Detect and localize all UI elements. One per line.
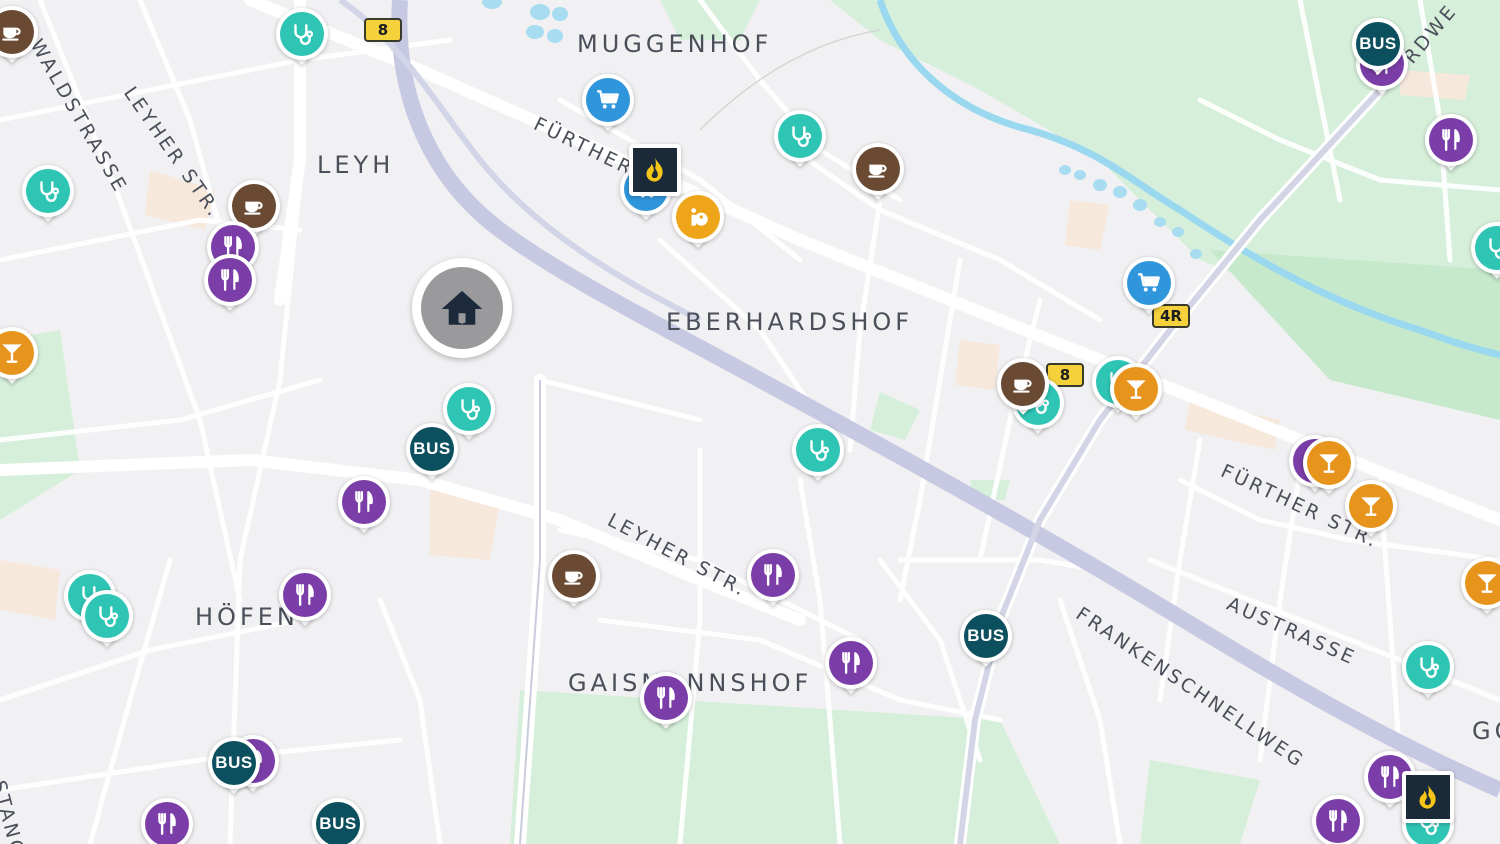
stethoscope-icon xyxy=(1415,654,1441,680)
fork-knife-icon xyxy=(1377,764,1403,790)
fork-knife-icon xyxy=(838,650,864,676)
bus-stop-label: BUS xyxy=(1359,34,1397,53)
fork-knife-icon xyxy=(154,811,180,837)
map-canvas[interactable]: MUGGENHOF LEYH EBERHARDSHOF HÖFEN GAISMA… xyxy=(0,0,1500,844)
poi-marker-cafe[interactable] xyxy=(0,6,38,66)
poi-marker-restaurant[interactable] xyxy=(1425,114,1477,174)
cocktail-glass-icon xyxy=(1316,450,1342,476)
fork-knife-icon xyxy=(653,685,679,711)
map-base-layer xyxy=(0,0,1500,844)
bus-stop-label: BUS xyxy=(215,753,253,772)
cocktail-glass-icon xyxy=(1474,570,1500,596)
coffee-cup-icon xyxy=(1010,371,1036,397)
poi-marker-cafe[interactable] xyxy=(997,358,1049,418)
poi-marker-bar[interactable] xyxy=(1110,363,1162,423)
stethoscope-icon xyxy=(289,21,315,47)
poi-marker-bus[interactable]: BUS xyxy=(406,423,458,483)
stethoscope-icon xyxy=(1484,235,1500,261)
poi-marker-health[interactable] xyxy=(81,590,133,650)
poi-marker-bar[interactable] xyxy=(0,327,38,387)
poi-marker-bus[interactable]: BUS xyxy=(208,737,260,797)
poi-marker-health[interactable] xyxy=(1471,222,1500,282)
stethoscope-icon xyxy=(456,396,482,422)
poi-marker-restaurant[interactable] xyxy=(141,798,193,844)
poi-marker-shopping[interactable] xyxy=(582,74,634,134)
stethoscope-icon xyxy=(94,603,120,629)
bus-stop-label: BUS xyxy=(319,814,357,833)
fork-knife-icon xyxy=(1325,808,1351,834)
cocktail-glass-icon xyxy=(1123,376,1149,402)
road-shield-b8-north: 8 xyxy=(364,18,402,42)
fork-knife-icon xyxy=(760,562,786,588)
coffee-cup-icon xyxy=(865,156,891,182)
poi-marker-restaurant[interactable] xyxy=(825,637,877,697)
poi-marker-health[interactable] xyxy=(1402,641,1454,701)
coffee-cup-icon xyxy=(241,193,267,219)
poi-marker-cafe[interactable] xyxy=(548,550,600,610)
poi-marker-health[interactable] xyxy=(774,110,826,170)
poi-marker-bar[interactable] xyxy=(1345,480,1397,540)
poi-marker-bus[interactable]: BUS xyxy=(312,798,364,844)
fork-knife-icon xyxy=(292,582,318,608)
sights-icon xyxy=(685,204,711,230)
district-label-muggenhof: MUGGENHOF xyxy=(577,30,773,58)
shopping-cart-icon xyxy=(595,87,621,113)
district-label-eberhardshof: EBERHARDSHOF xyxy=(666,308,914,336)
shopping-cart-icon xyxy=(1136,270,1162,296)
poi-marker-health[interactable] xyxy=(22,165,74,225)
poi-marker-bar[interactable] xyxy=(1461,557,1500,617)
poi-marker-sights[interactable] xyxy=(672,191,724,251)
bus-stop-label: BUS xyxy=(967,626,1005,645)
poi-marker-restaurant[interactable] xyxy=(204,254,256,314)
poi-marker-bus[interactable]: BUS xyxy=(960,610,1012,670)
poi-marker-restaurant[interactable] xyxy=(747,549,799,609)
poi-marker-shopping[interactable] xyxy=(1123,257,1175,317)
cocktail-glass-icon xyxy=(1358,493,1384,519)
coffee-cup-icon xyxy=(0,19,25,45)
poi-marker-restaurant[interactable] xyxy=(338,476,390,536)
fork-knife-icon xyxy=(1438,127,1464,153)
home-marker[interactable] xyxy=(412,258,512,368)
poi-marker-health[interactable] xyxy=(792,424,844,484)
poi-marker-bus[interactable]: BUS xyxy=(1352,18,1404,78)
fuel-flame-icon xyxy=(1413,782,1443,812)
fuel-flame-icon xyxy=(640,155,670,185)
fork-knife-icon xyxy=(217,267,243,293)
cocktail-glass-icon xyxy=(0,340,25,366)
stethoscope-icon xyxy=(805,437,831,463)
stethoscope-icon xyxy=(787,123,813,149)
poi-marker-health[interactable] xyxy=(276,8,328,68)
house-icon xyxy=(441,290,483,325)
district-label-go: GO xyxy=(1472,717,1500,745)
fork-knife-icon xyxy=(351,489,377,515)
poi-marker-restaurant[interactable] xyxy=(640,672,692,732)
stethoscope-icon xyxy=(35,178,61,204)
bus-stop-label: BUS xyxy=(413,439,451,458)
poi-marker-cafe[interactable] xyxy=(852,143,904,203)
coffee-cup-icon xyxy=(561,563,587,589)
poi-marker-restaurant[interactable] xyxy=(279,569,331,629)
poi-marker-fuel-station[interactable] xyxy=(629,144,681,196)
poi-marker-fuel-station[interactable] xyxy=(1402,771,1454,823)
poi-marker-restaurant[interactable] xyxy=(1312,795,1364,844)
district-label-leyh: LEYH xyxy=(317,151,395,179)
